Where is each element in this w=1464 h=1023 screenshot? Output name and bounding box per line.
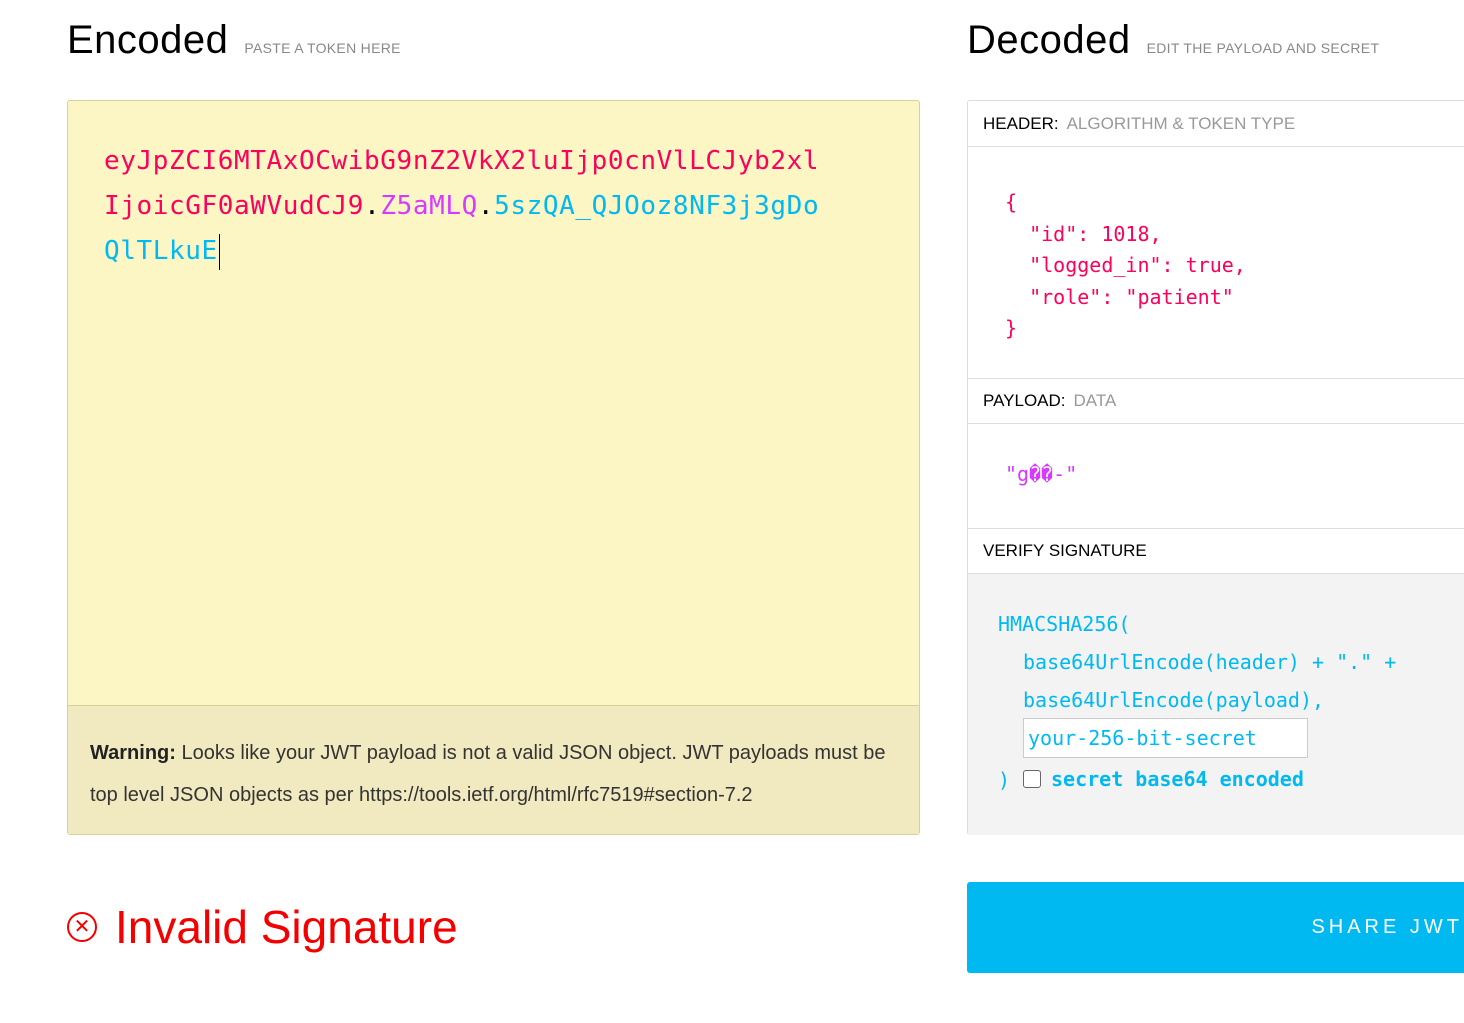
encoded-title: Encoded xyxy=(67,18,229,62)
payload-json-editor[interactable]: "g��-" xyxy=(1005,462,1077,486)
signature-status-text: Invalid Signature xyxy=(115,901,458,953)
warning-text: Looks like your JWT payload is not a val… xyxy=(90,742,886,806)
decoded-subtitle: EDIT THE PAYLOAD AND SECRET xyxy=(1146,40,1380,56)
verify-section-title: VERIFY SIGNATURE xyxy=(968,528,1464,574)
token-payload-part: Z5aMLQ xyxy=(380,191,478,221)
close-circle-icon: ✕ xyxy=(67,912,97,942)
base64-checkbox-label[interactable]: secret base64 encoded xyxy=(1051,767,1304,791)
decoded-heading: Decoded EDIT THE PAYLOAD AND SECRET xyxy=(967,18,1379,63)
secret-input[interactable] xyxy=(1023,718,1308,758)
decoded-title: Decoded xyxy=(967,18,1131,62)
warning-label: Warning: xyxy=(90,742,176,764)
payload-warning: Warning: Looks like your JWT payload is … xyxy=(68,705,919,834)
signature-status: ✕ Invalid Signature xyxy=(67,900,458,954)
token-dot: . xyxy=(364,191,381,221)
header-desc: ALGORITHM & TOKEN TYPE xyxy=(1066,113,1296,133)
payload-section-title: PAYLOAD: DATA xyxy=(968,378,1464,424)
hmac-arg-payload: base64UrlEncode(payload), xyxy=(1023,688,1325,712)
header-label: HEADER: xyxy=(983,113,1059,133)
verify-signature-block: HMACSHA256( base64UrlEncode(header) + ".… xyxy=(968,574,1464,835)
encoded-subtitle: PASTE A TOKEN HERE xyxy=(244,40,401,56)
verify-label: VERIFY SIGNATURE xyxy=(983,541,1147,560)
header-json-editor[interactable]: { "id": 1018, "logged_in": true, "role":… xyxy=(1005,187,1246,345)
share-jwt-label: SHARE JWT xyxy=(1311,916,1463,938)
token-text[interactable]: eyJpZCI6MTAxOCwibG9nZ2VkX2luIjp0cnVlLCJy… xyxy=(104,139,824,274)
payload-label: PAYLOAD: xyxy=(983,391,1066,410)
header-section-title: HEADER: ALGORITHM & TOKEN TYPE xyxy=(968,101,1464,147)
decoded-panel: HEADER: ALGORITHM & TOKEN TYPE { "id": 1… xyxy=(967,100,1464,835)
hmac-function: HMACSHA256( xyxy=(998,612,1131,636)
encoded-token-editor[interactable]: eyJpZCI6MTAxOCwibG9nZ2VkX2luIjp0cnVlLCJy… xyxy=(67,100,920,835)
encoded-heading: Encoded PASTE A TOKEN HERE xyxy=(67,18,401,63)
hmac-close-paren: ) xyxy=(998,768,1011,792)
token-dot: . xyxy=(477,191,495,221)
jwt-debugger: Encoded PASTE A TOKEN HERE Decoded EDIT … xyxy=(0,0,1464,1023)
base64-checkbox[interactable] xyxy=(1023,770,1041,788)
text-caret xyxy=(218,233,220,270)
payload-desc: DATA xyxy=(1073,391,1117,410)
hmac-arg-header: base64UrlEncode(header) + "." + xyxy=(1023,650,1397,674)
share-jwt-button[interactable]: SHARE JWT xyxy=(967,882,1464,973)
